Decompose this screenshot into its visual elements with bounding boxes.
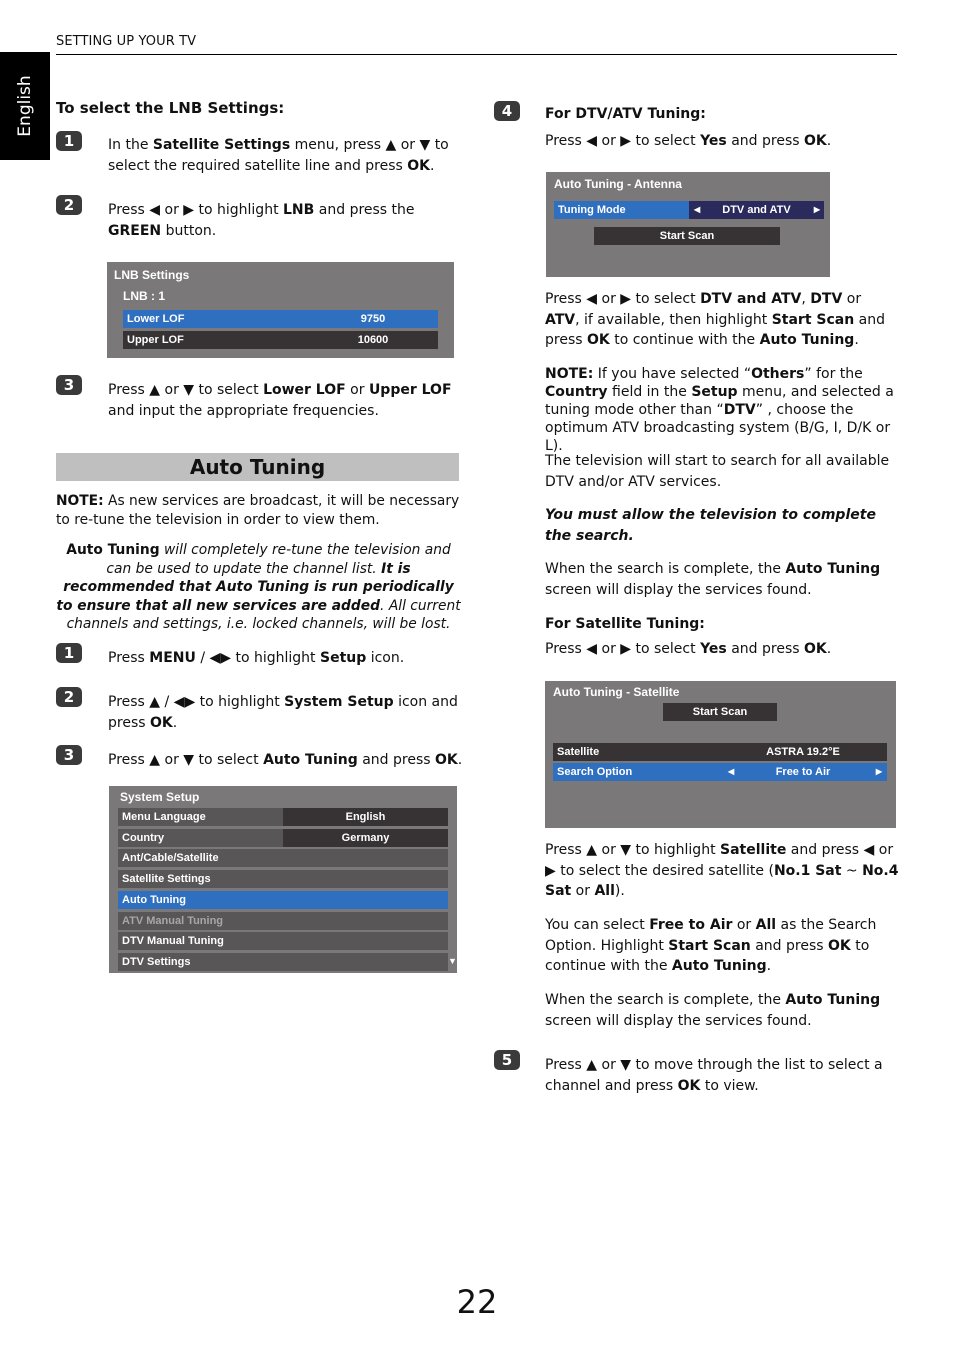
running-header: SETTING UP YOUR TV	[56, 34, 197, 49]
start-scan-button[interactable]: Start Scan	[663, 703, 777, 721]
scroll-down-icon[interactable]: ▼	[448, 956, 457, 966]
at-step-5-text: Press ▲ or ▼ to move through the list to…	[545, 1057, 883, 1094]
menu-item-label: Satellite Settings	[122, 873, 211, 886]
satellite-paragraph-1: Press ▲ or ▼ to highlight Satellite and …	[545, 842, 899, 899]
menu-title: Auto Tuning - Satellite	[553, 685, 680, 699]
upper-lof-row[interactable]: Upper LOF 10600	[123, 331, 438, 349]
dtv-atv-paragraph-3: When the search is complete, the Auto Tu…	[545, 561, 881, 598]
dtv-atv-warning: You must allow the television to complet…	[545, 507, 876, 544]
at-step-3-text: Press ▲ or ▼ to select Auto Tuning and p…	[108, 752, 463, 768]
tuning-mode-label[interactable]: Tuning Mode	[554, 201, 690, 219]
step-badge-1: 1	[56, 131, 82, 151]
lnb-number: LNB : 1	[123, 289, 165, 303]
tuning-mode-selector[interactable]: ◀ DTV and ATV ▶	[689, 201, 824, 219]
satellite-paragraph-2: You can select Free to Air or All as the…	[545, 917, 877, 974]
row-value: 10600	[357, 334, 389, 346]
menu-item-label: Ant/Cable/Satellite	[122, 852, 219, 865]
menu-item[interactable]: Auto Tuning	[118, 890, 448, 909]
auto-tuning-satellite-menu: Auto Tuning - Satellite Start Scan Satel…	[545, 681, 896, 828]
menu-item-label: ATV Manual Tuning	[122, 914, 224, 927]
row-label: Upper LOF	[127, 334, 184, 346]
arrow-right-icon[interactable]: ▶	[876, 763, 882, 781]
dtv-atv-paragraph-1: Press ◀ or ▶ to select DTV and ATV, DTV …	[545, 291, 885, 348]
menu-item[interactable]: DTV Settings	[118, 952, 448, 971]
search-option-value: Free to Air	[775, 766, 831, 778]
at-step-1-text: Press MENU / ◀▶ to highlight Setup icon.	[108, 650, 405, 666]
dtv-atv-note: NOTE: If you have selected “Others” for …	[545, 366, 894, 454]
lnb-step-1-text: In the Satellite Settings menu, press ▲ …	[108, 137, 449, 174]
menu-item-label: Menu Language	[122, 811, 206, 823]
arrow-left-icon[interactable]: ◀	[728, 763, 734, 781]
menu-item[interactable]: Ant/Cable/Satellite	[118, 849, 448, 868]
auto-tuning-antenna-menu: Auto Tuning - Antenna Tuning Mode ◀ DTV …	[546, 172, 830, 277]
row-label: Satellite	[557, 746, 600, 758]
language-tab: English	[0, 52, 50, 160]
menu-item-value: Germany	[283, 828, 448, 847]
menu-item-label: DTV Manual Tuning	[122, 935, 224, 948]
arrow-right-icon[interactable]: ▶	[814, 201, 820, 219]
menu-title: System Setup	[120, 790, 200, 804]
at-step-2-text: Press ▲ / ◀▶ to highlight System Setup i…	[108, 694, 458, 731]
menu-item[interactable]: DTV Manual Tuning	[118, 932, 448, 951]
auto-tuning-note: NOTE: As new services are broadcast, it …	[56, 493, 460, 528]
satellite-row[interactable]: Satellite ASTRA 19.2°E	[553, 743, 887, 761]
page-number: 22	[456, 1283, 498, 1321]
menu-item[interactable]: Satellite Settings	[118, 870, 448, 889]
menu-item[interactable]: Country Germany	[118, 828, 448, 847]
row-label: Search Option	[557, 766, 633, 778]
satellite-heading: For Satellite Tuning:	[545, 616, 705, 632]
menu-item[interactable]: Menu Language English	[118, 808, 448, 826]
menu-item-label: Auto Tuning	[122, 893, 186, 906]
dtv-atv-instruction: Press ◀ or ▶ to select Yes and press OK.	[545, 133, 832, 149]
menu-item-label: DTV Settings	[122, 955, 191, 968]
step-badge-2: 2	[56, 195, 82, 215]
header-rule	[56, 54, 897, 55]
auto-tuning-warning: Auto Tuning will completely re-tune the …	[56, 542, 461, 632]
step-badge-4: 4	[494, 101, 520, 121]
dtv-atv-paragraph-2: The television will start to search for …	[545, 453, 890, 490]
satellite-instruction: Press ◀ or ▶ to select Yes and press OK.	[545, 641, 832, 657]
menu-item: ATV Manual Tuning	[118, 911, 448, 930]
start-scan-button[interactable]: Start Scan	[594, 227, 780, 245]
search-option-row[interactable]: Search Option ◀ Free to Air ▶	[553, 763, 887, 781]
tuning-mode-value: DTV and ATV	[722, 204, 791, 216]
row-value: 9750	[360, 313, 386, 325]
lnb-heading: To select the LNB Settings:	[56, 99, 285, 117]
step-badge-5: 5	[494, 1050, 520, 1070]
lnb-step-3-text: Press ▲ or ▼ to select Lower LOF or Uppe…	[108, 382, 452, 419]
section-title: Auto Tuning	[56, 453, 459, 481]
satellite-paragraph-3: When the search is complete, the Auto Tu…	[545, 992, 881, 1029]
step-badge-3: 3	[56, 745, 82, 765]
menu-title: LNB Settings	[114, 268, 190, 282]
dtv-atv-heading: For DTV/ATV Tuning:	[545, 106, 706, 122]
step-badge-3: 3	[56, 375, 82, 395]
menu-item-label: Country	[122, 831, 165, 844]
step-badge-1: 1	[56, 643, 82, 663]
lnb-step-2-text: Press ◀ or ▶ to highlight LNB and press …	[108, 202, 415, 239]
menu-title: Auto Tuning - Antenna	[554, 177, 682, 191]
language-tab-label: English	[15, 75, 35, 137]
system-setup-menu: System Setup Menu Language English Country…	[109, 786, 457, 973]
menu-item-value: English	[283, 808, 448, 826]
satellite-value: ASTRA 19.2°E	[766, 746, 840, 758]
step-badge-2: 2	[56, 687, 82, 707]
row-label: Lower LOF	[127, 313, 185, 325]
lower-lof-row[interactable]: Lower LOF 9750	[123, 310, 438, 328]
lnb-settings-menu: LNB Settings LNB : 1 Lower LOF 9750 Uppe…	[107, 262, 454, 358]
